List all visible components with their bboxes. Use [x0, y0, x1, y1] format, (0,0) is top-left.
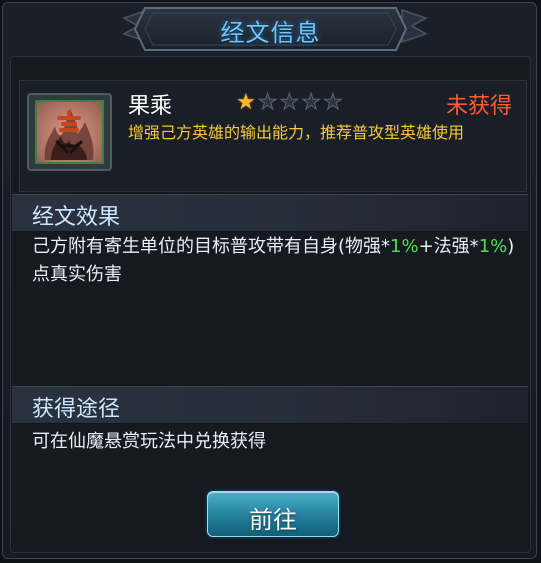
star-empty-icon: ★ — [257, 90, 278, 115]
item-description: 增强己方英雄的输出能力，推荐普攻型英雄使用 — [128, 123, 465, 142]
source-section-title: 获得途径 — [32, 397, 121, 422]
title-plate: 经文信息 — [133, 4, 408, 54]
dialog-title: 经文信息 — [220, 19, 321, 47]
fire-rune-icon — [35, 100, 104, 164]
source-description: 可在仙魔悬赏玩法中兑换获得 — [32, 431, 266, 452]
star-filled-icon: ★ — [236, 90, 256, 115]
effect-text-part: +法强* — [418, 236, 479, 257]
effect-text-part: 己方附有寄生单位的目标普攻带有自身(物强* — [32, 236, 391, 257]
effect-highlight-value: 1% — [390, 236, 419, 257]
source-section-header: 获得途径 — [12, 386, 528, 424]
go-button[interactable]: 前往 — [207, 491, 339, 537]
item-name: 果乘 — [128, 94, 173, 119]
effect-highlight-value: 1% — [478, 236, 508, 257]
effect-section-header: 经文效果 — [12, 194, 528, 232]
star-rating: ★ ★ ★ ★ ★ — [236, 90, 343, 115]
item-icon-frame — [27, 93, 112, 171]
effect-description: 己方附有寄生单位的目标普攻带有自身(物强*1%+法强*1%)点真实伤害 — [32, 233, 522, 289]
go-button-label: 前往 — [249, 506, 297, 534]
star-empty-icon: ★ — [279, 90, 300, 115]
star-empty-icon: ★ — [301, 90, 322, 115]
effect-section-title: 经文效果 — [32, 205, 121, 230]
star-empty-icon: ★ — [322, 90, 343, 115]
acquire-status: 未获得 — [446, 94, 513, 119]
